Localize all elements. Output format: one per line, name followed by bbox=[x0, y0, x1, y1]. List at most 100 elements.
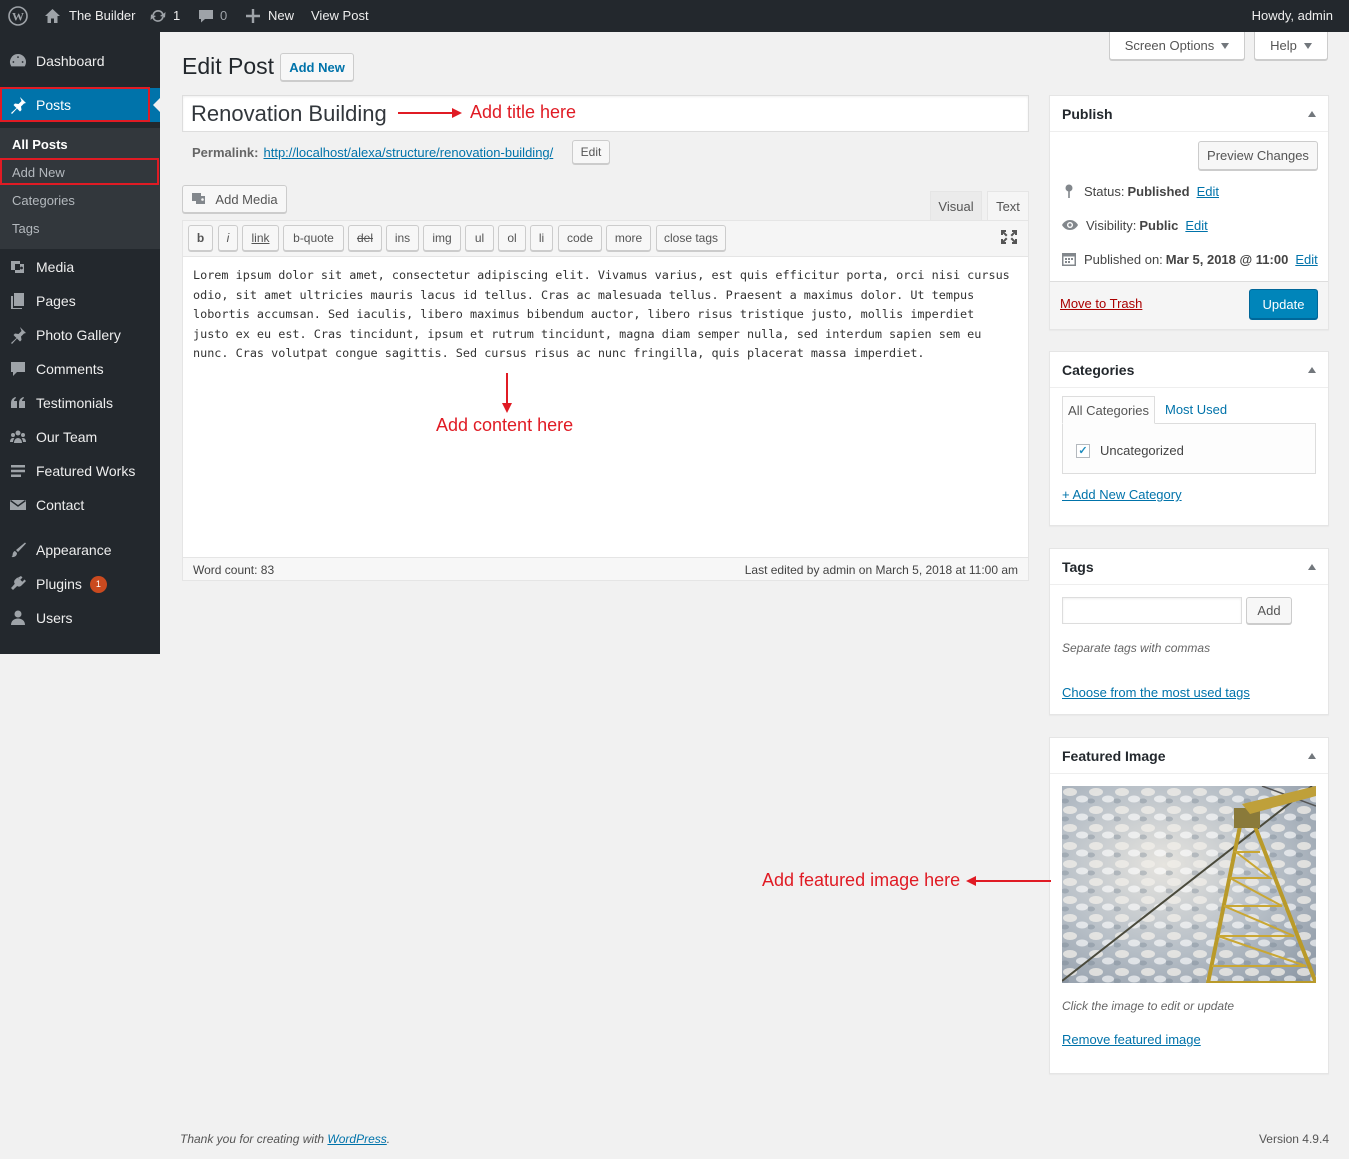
quicktag-more[interactable]: more bbox=[606, 225, 651, 251]
featured-image-hint: Click the image to edit or update bbox=[1062, 999, 1235, 1013]
menu-item-featured-works[interactable]: Featured Works bbox=[0, 454, 160, 488]
menu-item-photo-gallery[interactable]: Photo Gallery bbox=[0, 318, 160, 352]
admin-bar: W The Builder 1 0 New View Post Howdy, a… bbox=[0, 0, 1349, 32]
comments-link[interactable]: 0 bbox=[198, 0, 227, 32]
tab-all-categories[interactable]: All Categories bbox=[1062, 396, 1155, 424]
menu-item-plugins[interactable]: Plugins 1 bbox=[0, 567, 160, 601]
eye-icon bbox=[1062, 220, 1078, 230]
add-tag-button[interactable]: Add bbox=[1246, 597, 1292, 624]
submenu-all-posts[interactable]: All Posts bbox=[12, 137, 68, 152]
annotation-title: Add title here bbox=[470, 102, 577, 122]
featured-image[interactable] bbox=[1062, 786, 1316, 983]
collapse-arrow-icon[interactable] bbox=[1308, 563, 1316, 570]
publish-header[interactable]: Publish bbox=[1050, 96, 1328, 132]
permalink-edit-button[interactable]: Edit bbox=[572, 140, 610, 164]
paintbrush-icon bbox=[0, 541, 36, 559]
menu-item-comments[interactable]: Comments bbox=[0, 352, 160, 386]
view-post-link[interactable]: View Post bbox=[311, 0, 369, 32]
screen-options-label: Screen Options bbox=[1124, 38, 1215, 53]
site-name-link[interactable]: The Builder bbox=[44, 0, 135, 32]
quicktag-del[interactable]: del bbox=[348, 225, 382, 251]
published-label: Published on: bbox=[1084, 251, 1163, 267]
word-count: Word count: 83 bbox=[193, 563, 275, 577]
title-input[interactable]: Renovation Building bbox=[182, 95, 1029, 132]
remove-featured-image-link[interactable]: Remove featured image bbox=[1062, 1032, 1201, 1047]
current-menu-arrow bbox=[153, 98, 160, 112]
update-button[interactable]: Update bbox=[1249, 289, 1318, 319]
tags-header[interactable]: Tags bbox=[1050, 549, 1328, 585]
media-icon bbox=[192, 193, 206, 204]
categories-header[interactable]: Categories bbox=[1050, 352, 1328, 388]
email-icon bbox=[0, 496, 36, 514]
quicktag-ins[interactable]: ins bbox=[386, 225, 419, 251]
menu-item-media[interactable]: Media bbox=[0, 250, 160, 284]
visibility-row: Visibility: Public Edit bbox=[1061, 217, 1208, 233]
tab-visual[interactable]: Visual bbox=[930, 191, 982, 220]
site-name: The Builder bbox=[69, 8, 136, 23]
menu-label: Our Team bbox=[36, 429, 98, 445]
status-value: Published bbox=[1127, 183, 1190, 199]
menu-label: Comments bbox=[36, 361, 104, 377]
quicktag-ul[interactable]: ul bbox=[465, 225, 494, 251]
plugin-icon bbox=[0, 575, 36, 593]
quicktag-li[interactable]: li bbox=[530, 225, 553, 251]
submenu-tags[interactable]: Tags bbox=[12, 221, 39, 236]
refresh-icon bbox=[150, 9, 166, 22]
new-content-link[interactable]: New bbox=[246, 0, 294, 32]
add-new-category-link[interactable]: + Add New Category bbox=[1062, 487, 1182, 502]
tags-input[interactable] bbox=[1062, 597, 1242, 624]
annotation-arrow-content bbox=[506, 373, 508, 405]
choose-most-used-tags-link[interactable]: Choose from the most used tags bbox=[1062, 685, 1250, 700]
submenu-categories[interactable]: Categories bbox=[12, 193, 75, 208]
quicktag-bold[interactable]: b bbox=[188, 225, 213, 251]
new-label: New bbox=[268, 8, 295, 23]
menu-item-pages[interactable]: Pages bbox=[0, 284, 160, 318]
annotation-featured-image: Add featured image here bbox=[762, 870, 961, 890]
screen-options-button[interactable]: Screen Options bbox=[1109, 32, 1245, 60]
howdy-link[interactable]: Howdy, admin bbox=[1252, 0, 1333, 32]
collapse-arrow-icon[interactable] bbox=[1308, 752, 1316, 759]
quicktag-italic[interactable]: i bbox=[218, 225, 238, 251]
visibility-edit-link[interactable]: Edit bbox=[1185, 218, 1207, 233]
menu-item-contact[interactable]: Contact bbox=[0, 488, 160, 522]
add-media-button[interactable]: Add Media bbox=[182, 185, 287, 213]
content-textarea[interactable]: Lorem ipsum dolor sit amet, consectetur … bbox=[193, 266, 1013, 364]
menu-item-users[interactable]: Users bbox=[0, 601, 160, 635]
wordpress-logo-icon[interactable]: W bbox=[8, 0, 28, 32]
tab-text[interactable]: Text bbox=[987, 191, 1029, 221]
tab-visual-label: Visual bbox=[938, 198, 974, 214]
quicktag-img[interactable]: img bbox=[423, 225, 461, 251]
category-item[interactable]: ✓ Uncategorized bbox=[1076, 443, 1184, 458]
move-to-trash-link[interactable]: Move to Trash bbox=[1060, 296, 1142, 311]
featured-image-header[interactable]: Featured Image bbox=[1050, 738, 1328, 774]
quicktag-close-tags[interactable]: close tags bbox=[656, 225, 726, 251]
updates-link[interactable]: 1 bbox=[149, 0, 180, 32]
tags-heading: Tags bbox=[1062, 558, 1094, 575]
permalink-link[interactable]: http://localhost/alexa/structure/renovat… bbox=[263, 145, 553, 160]
quicktag-bquote[interactable]: b-quote bbox=[283, 225, 344, 251]
tab-most-used[interactable]: Most Used bbox=[1165, 402, 1227, 417]
menu-item-our-team[interactable]: Our Team bbox=[0, 420, 160, 454]
quicktag-ol[interactable]: ol bbox=[498, 225, 526, 251]
quicktag-code[interactable]: code bbox=[558, 225, 602, 251]
wordpress-link[interactable]: WordPress bbox=[327, 1132, 386, 1146]
published-edit-link[interactable]: Edit bbox=[1295, 252, 1317, 267]
categories-list: ✓ Uncategorized bbox=[1062, 423, 1316, 474]
preview-changes-button[interactable]: Preview Changes bbox=[1198, 141, 1318, 170]
collapse-arrow-icon[interactable] bbox=[1308, 110, 1316, 117]
add-new-button[interactable]: Add New bbox=[280, 53, 354, 81]
plus-icon bbox=[246, 9, 260, 23]
collapse-arrow-icon[interactable] bbox=[1308, 366, 1316, 373]
menu-item-appearance[interactable]: Appearance bbox=[0, 533, 160, 567]
comment-icon bbox=[0, 360, 36, 378]
menu-item-dashboard[interactable]: Dashboard bbox=[0, 44, 160, 78]
categories-heading: Categories bbox=[1062, 361, 1135, 378]
fullscreen-icon[interactable] bbox=[1000, 229, 1018, 248]
menu-item-testimonials[interactable]: Testimonials bbox=[0, 386, 160, 420]
help-button[interactable]: Help bbox=[1254, 32, 1328, 60]
quicktag-link[interactable]: link bbox=[242, 225, 279, 251]
menu-label: Dashboard bbox=[36, 53, 105, 69]
status-edit-link[interactable]: Edit bbox=[1197, 184, 1219, 199]
footer-thanks-text: Thank you for creating with bbox=[180, 1132, 325, 1146]
checkbox-checked-icon[interactable]: ✓ bbox=[1076, 443, 1090, 458]
